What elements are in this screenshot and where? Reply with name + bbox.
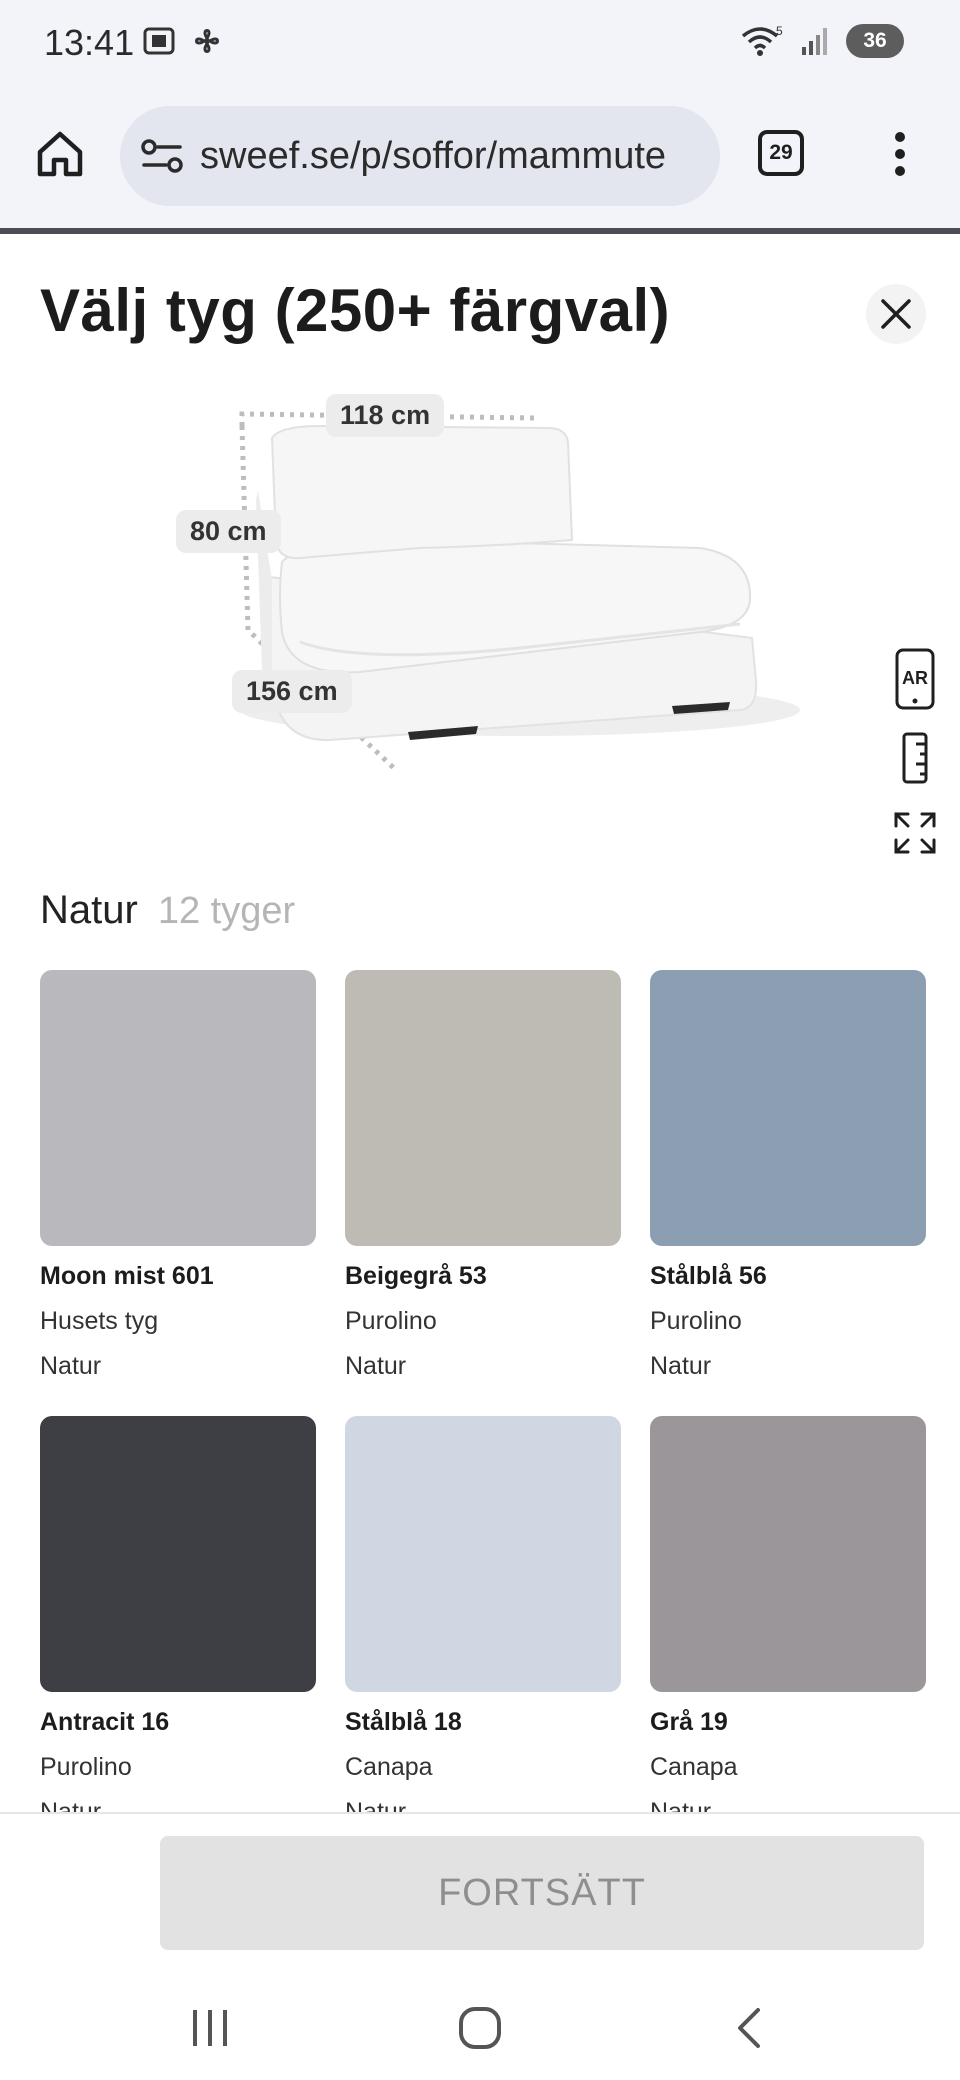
browser-menu-button[interactable] [880,126,920,182]
fabric-category: Natur [40,1352,102,1380]
fabric-name: Grå 19 [650,1708,728,1736]
fabric-swatch[interactable] [345,970,621,1246]
fabric-type: Canapa [650,1753,738,1781]
sheet-title: Välj tyg (250+ färgval) [40,277,671,344]
close-button[interactable] [866,284,926,344]
section-title: Natur [40,888,138,932]
bottom-action-bar: FORTSÄTT [0,1812,960,2080]
menu-dot-icon [895,166,905,176]
fabric-category: Natur [650,1352,712,1380]
fabric-type: Husets tyg [40,1307,159,1335]
fabric-type: Purolino [345,1307,437,1335]
continue-button[interactable]: FORTSÄTT [160,1836,924,1950]
sofa-module-image [239,411,800,772]
fabric-card[interactable]: Beigegrå 53 Purolino Natur [345,970,621,1381]
fabric-section-header: Natur 12 tyger [40,888,295,933]
swatch-fill [40,1416,316,1692]
fabric-category: Natur [345,1352,407,1380]
menu-dot-icon [895,132,905,142]
fabric-swatch[interactable] [40,970,316,1246]
product-preview[interactable]: 118 cm 80 cm 156 cm [0,380,960,800]
fabric-swatch[interactable] [650,970,926,1246]
fabric-swatch[interactable] [345,1416,621,1692]
fabric-type: Purolino [650,1307,742,1335]
status-time: 13:41 [44,22,135,63]
browser-toolbar: sweef.se/p/soffor/mammute 29 [0,90,960,228]
recent-apps-button[interactable] [180,1998,240,2058]
tab-switcher-button[interactable]: 29 [758,130,804,176]
fan-icon [195,29,219,53]
fullscreen-button[interactable] [890,808,940,864]
url-text: sweef.se/p/soffor/mammute [200,134,667,177]
swatch-fill [40,970,316,1246]
fabric-name: Stålblå 56 [650,1262,767,1290]
fabric-name: Moon mist 601 [40,1262,214,1290]
swatch-fill [650,970,926,1246]
swatch-fill [650,1416,926,1692]
dimension-height-label: 80 cm [176,510,281,553]
close-icon [881,299,911,329]
fabric-card[interactable]: Moon mist 601 Husets tyg Natur [40,970,316,1381]
fabric-card[interactable]: Stålblå 18 Canapa Natur [345,1416,621,1827]
dimension-depth-label: 156 cm [232,670,352,713]
ar-view-button[interactable]: AR [890,648,940,710]
fabric-type: Purolino [40,1753,132,1781]
ruler-icon [902,732,928,784]
fabric-name: Beigegrå 53 [345,1262,487,1290]
wifi-badge: 5 [776,24,783,38]
expand-icon [894,812,936,854]
dimension-width-label: 118 cm [326,394,445,437]
fabric-card[interactable]: Antracit 16 Purolino Natur [40,1416,316,1827]
system-nav-bar [0,1980,960,2080]
fabric-card[interactable]: Stålblå 56 Purolino Natur [650,970,926,1381]
screenshot-icon [143,27,175,55]
signal-icon [802,28,827,55]
home-nav-button[interactable] [450,1998,510,2058]
menu-dot-icon [895,149,905,159]
ar-label: AR [902,668,928,688]
swatch-fill [345,1416,621,1692]
status-left-icons [142,24,224,58]
status-right-icons: 5 36 [740,24,904,58]
home-circle-icon [459,2007,501,2049]
site-settings-icon[interactable] [140,136,184,176]
home-button[interactable] [34,128,86,180]
section-count: 12 tyger [157,890,296,932]
fabric-swatch[interactable] [40,1416,316,1692]
status-bar: 13:41 5 36 [0,0,960,90]
back-button[interactable] [720,1998,780,2058]
battery-indicator: 36 [846,24,904,58]
fabric-swatch[interactable] [650,1416,926,1692]
ar-phone-icon: AR [895,648,935,710]
fabric-type: Canapa [345,1753,433,1781]
measure-button[interactable] [890,732,940,788]
address-bar[interactable]: sweef.se/p/soffor/mammute [120,106,720,206]
home-icon [37,131,83,177]
swatch-fill [345,970,621,1246]
fabric-name: Antracit 16 [40,1708,170,1736]
fabric-card[interactable]: Grå 19 Canapa Natur [650,1416,926,1827]
recents-icon [193,2010,227,2046]
back-chevron-icon [738,2008,760,2048]
toolbar-divider [0,228,960,234]
wifi-icon: 5 [741,24,783,56]
fabric-name: Stålblå 18 [345,1708,462,1736]
